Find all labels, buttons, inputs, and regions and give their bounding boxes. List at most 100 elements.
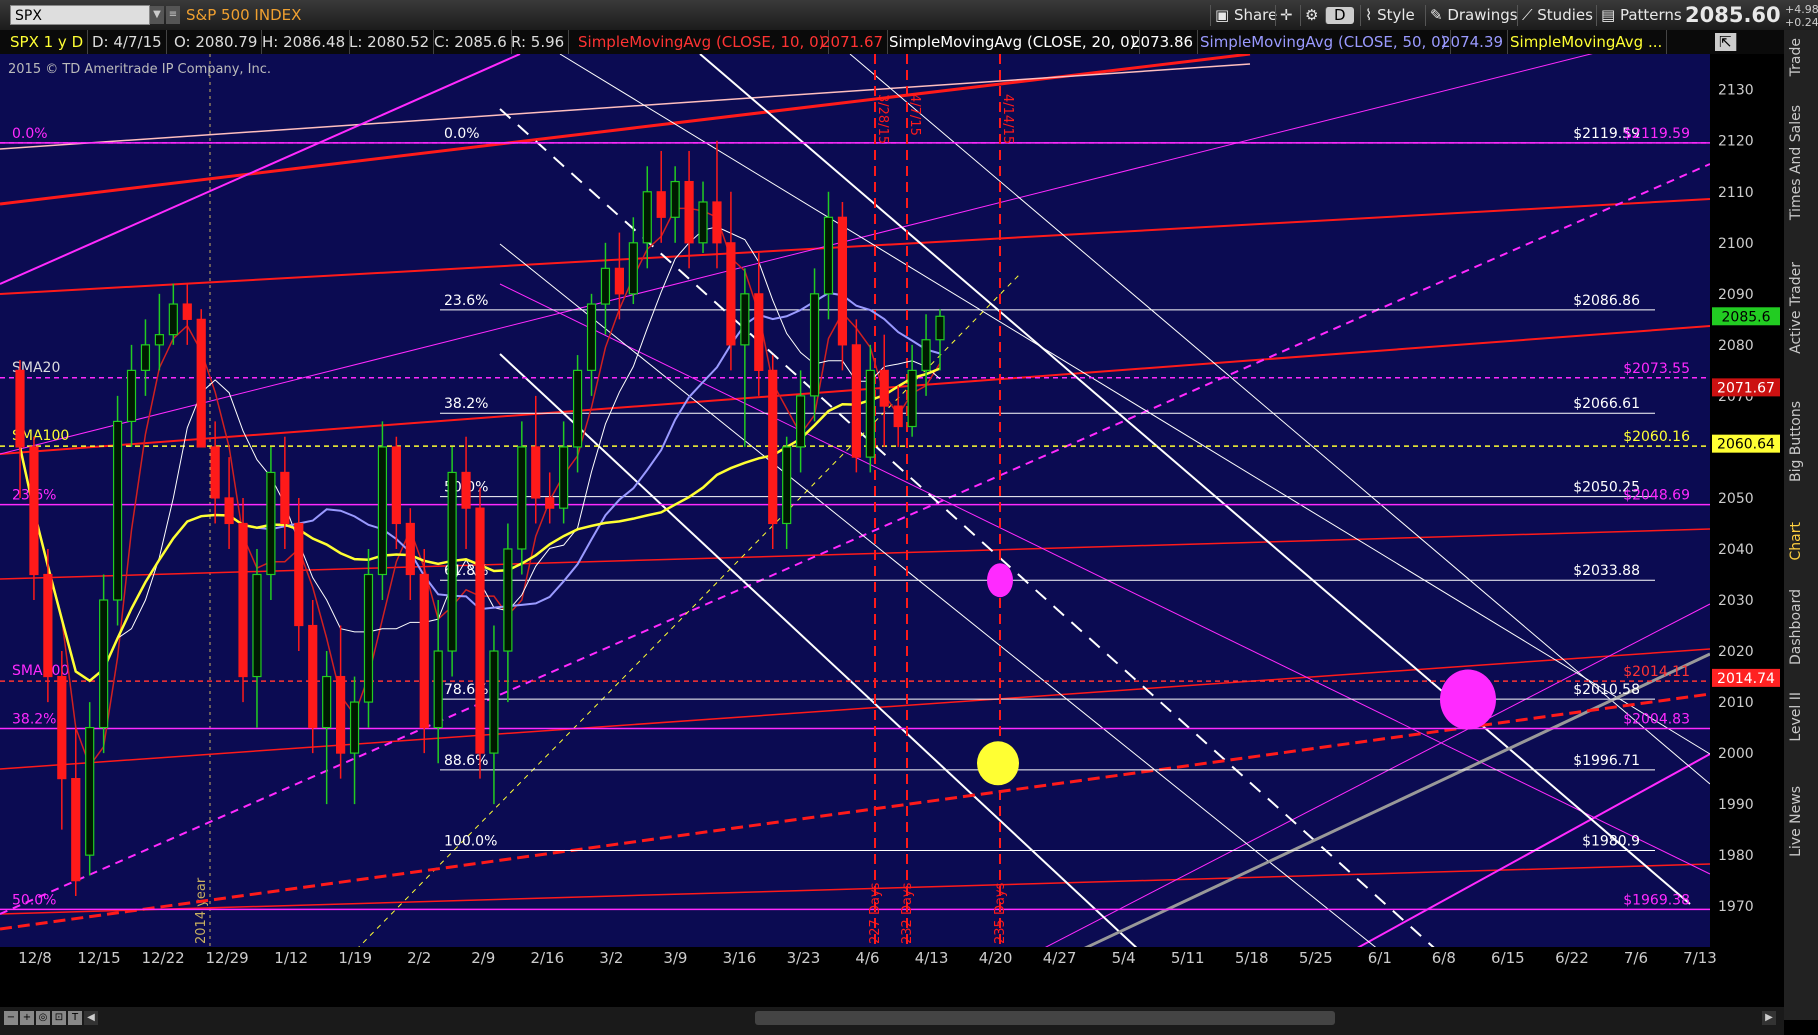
copyright-text: 2015 © TD Ameritrade IP Company, Inc. [8, 62, 271, 77]
candle-body [461, 471, 471, 509]
symbol-dropdown-icon[interactable]: ▼ [150, 6, 164, 24]
date-tick-label: 6/1 [1368, 949, 1392, 967]
patterns-icon: ▤ [1601, 6, 1620, 24]
side-tab-active-trader[interactable]: Active Trader [1788, 262, 1816, 354]
date-tick-label: 12/8 [18, 949, 52, 967]
time-scrollbar[interactable] [755, 1011, 1335, 1025]
candle-body [377, 446, 388, 576]
crosshair-button[interactable]: ✛ [1275, 5, 1297, 26]
side-tab-live-news[interactable]: Live News [1788, 786, 1816, 857]
side-tab-dashboard[interactable]: Dashboard [1788, 589, 1816, 665]
fib-percent-label: 0.0% [444, 126, 480, 142]
candle-body [823, 216, 834, 295]
studies-button[interactable]: ⟋ Studies [1517, 5, 1597, 26]
wrench-icon: ⚙ [1305, 6, 1319, 24]
side-tab-chart[interactable]: Chart [1788, 522, 1816, 560]
fib-price-label: $1980.9 [1582, 834, 1640, 850]
scroll-left-icon[interactable]: ◀ [84, 1011, 98, 1025]
patterns-label: Patterns [1619, 6, 1682, 24]
collapse-icon[interactable]: ⇱ [1715, 33, 1737, 51]
candle-body [363, 573, 374, 703]
zoom-out-icon[interactable]: − [4, 1011, 18, 1025]
price-tick-label: 2110 [1718, 185, 1754, 201]
style-button[interactable]: ⌇ Style [1360, 5, 1419, 26]
date-tick-label: 6/22 [1555, 949, 1589, 967]
symbol-menu-icon[interactable]: ≡ [166, 6, 180, 24]
candle-body [196, 318, 206, 448]
patterns-button[interactable]: ▤ Patterns [1596, 5, 1686, 26]
candle-body [809, 293, 820, 397]
side-tab-trade[interactable]: Trade [1788, 38, 1816, 76]
info-low: L: 2080.52 [345, 30, 435, 54]
fib-price-label: $2066.61 [1573, 396, 1640, 412]
candle-body [517, 446, 527, 550]
candle-body [921, 339, 931, 371]
cycle-date-label: 4/14/15 [1000, 94, 1015, 144]
date-tick-label: 2/9 [471, 949, 495, 967]
date-tick-label: 4/6 [855, 949, 879, 967]
style-icon: ⌇ [1365, 6, 1378, 24]
info-sma50-value: 2074.39 [1437, 30, 1509, 54]
pink-target-marker-large [1440, 669, 1496, 730]
candle-body [586, 303, 597, 371]
side-tab-times-and-sales[interactable]: Times And Sales [1788, 105, 1816, 220]
side-tab-big-buttons[interactable]: Big Buttons [1788, 401, 1816, 482]
percent-change: +0.24% [1785, 16, 1818, 29]
share-button[interactable]: ▣ Share [1210, 5, 1281, 26]
date-tick-label: 2/16 [530, 949, 564, 967]
info-sma20-value: 2073.86 [1127, 30, 1199, 54]
settings-button[interactable]: ⚙ [1300, 5, 1322, 26]
price-tick-label: 1980 [1718, 848, 1754, 864]
info-sma10-value: 2071.67 [817, 30, 889, 54]
date-tick-label: 5/4 [1112, 949, 1136, 967]
zoom-box-icon[interactable]: ⊡ [52, 1011, 66, 1025]
price-tag-label: 2060.64 [1717, 437, 1775, 453]
symbol-input[interactable]: SPX [10, 5, 150, 25]
candle-body [600, 267, 611, 305]
aggregation-button[interactable]: D [1325, 7, 1354, 24]
zoom-in-icon[interactable]: + [20, 1011, 34, 1025]
candle-body [238, 522, 248, 678]
candle-body [405, 522, 415, 576]
text-tool-icon[interactable]: T [68, 1011, 82, 1025]
info-range: R: 5.96 [507, 30, 570, 54]
cycle-days-label: 232 Days [900, 882, 915, 944]
price-level-label: $2073.55 [1623, 361, 1690, 377]
date-tick-label: 3/16 [723, 949, 757, 967]
candle-body [754, 293, 764, 371]
fib-percent-label: 100.0% [444, 834, 497, 850]
price-chart[interactable]: 2014 year 0.0% $2119.59 23.6% $2086.86 38.2%… [0, 54, 1784, 1007]
candle-body [935, 315, 945, 341]
top-toolbar: SPX ▼ ≡ S&P 500 INDEX ▣ Share ✛ ⚙ D ⌇ St… [0, 0, 1818, 31]
candle-body [628, 242, 638, 295]
date-tick-label: 6/15 [1491, 949, 1525, 967]
candle-body [642, 191, 652, 244]
date-tick-label: 12/15 [77, 949, 120, 967]
scroll-right-icon[interactable]: ▶ [1762, 1011, 1776, 1025]
date-tick-label: 1/12 [274, 949, 308, 967]
candle-body [726, 242, 736, 346]
candle-body [126, 369, 137, 423]
candle-body [447, 471, 457, 652]
price-tick-label: 2090 [1718, 287, 1754, 303]
fib-price-label: $2033.88 [1573, 563, 1640, 579]
fib-percent-label: 23.6% [444, 293, 488, 309]
bottom-bar: − + ◎ ⊡ T ◀ ▶ [0, 1007, 1784, 1035]
drawings-label: Drawings [1447, 6, 1518, 24]
side-tab-level-ii[interactable]: Level II [1788, 692, 1816, 742]
candle-body [182, 303, 192, 320]
date-tick-label: 3/9 [663, 949, 687, 967]
candle-body [349, 701, 360, 754]
candle-body [712, 201, 722, 244]
candle-body [43, 573, 53, 678]
price-tick-label: 2020 [1718, 644, 1754, 660]
candle-body [503, 548, 513, 652]
price-tick-label: 2040 [1718, 542, 1754, 558]
price-tick-label: 2080 [1718, 338, 1754, 354]
price-tag-label: 2071.67 [1717, 380, 1775, 396]
zoom-fit-icon[interactable]: ◎ [36, 1011, 50, 1025]
cycle-days-label: 227 Days [868, 882, 883, 944]
candle-body [57, 675, 67, 780]
candle-body [322, 675, 332, 729]
drawings-button[interactable]: ✎ Drawings [1425, 5, 1522, 26]
